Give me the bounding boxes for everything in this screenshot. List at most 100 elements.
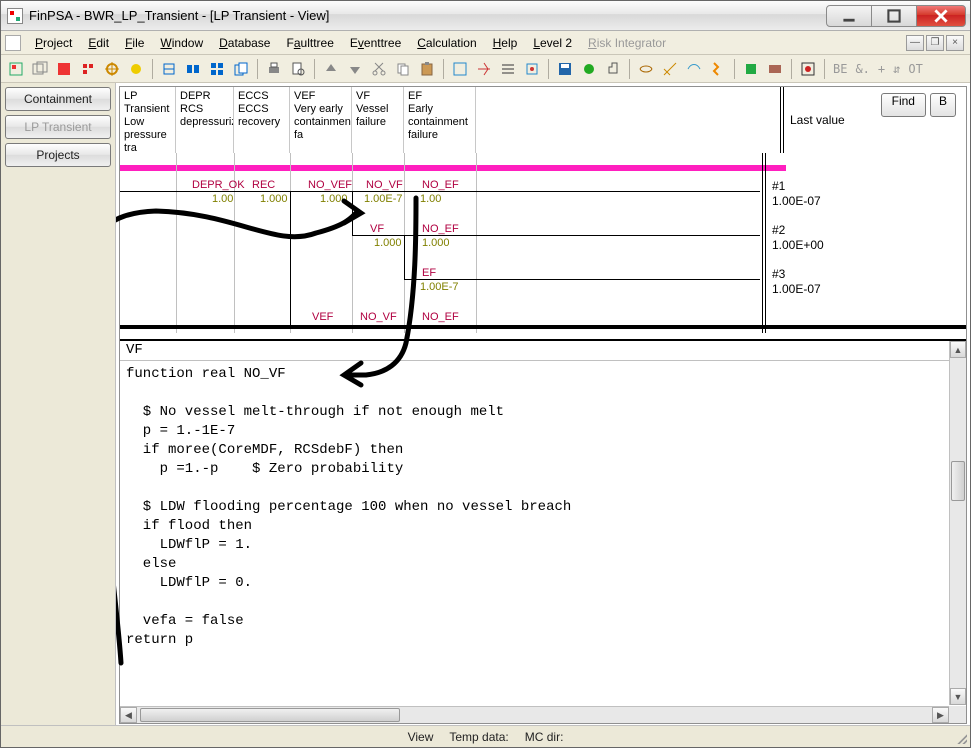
tool-icon-j[interactable] xyxy=(707,58,729,80)
mdi-minimize-button[interactable]: — xyxy=(906,35,924,51)
menu-help[interactable]: Help xyxy=(485,33,526,53)
mdi-restore-button[interactable]: ❐ xyxy=(926,35,944,51)
val-novf: 1.00E-7 xyxy=(364,193,403,205)
menu-project[interactable]: Project xyxy=(27,33,80,53)
tool-icon-5[interactable] xyxy=(101,58,123,80)
menu-eventtree[interactable]: Eventtree xyxy=(342,33,409,53)
branch-no-ef-1: NO_EF xyxy=(422,179,459,191)
tool-icon-k[interactable] xyxy=(740,58,762,80)
toolbar: BE &. + ⇵ OT xyxy=(1,55,970,83)
tool-icon-1[interactable] xyxy=(5,58,27,80)
tool-up-icon[interactable] xyxy=(320,58,342,80)
horizontal-scrollbar[interactable]: ◀ ▶ xyxy=(120,706,949,723)
find-button[interactable]: Find xyxy=(881,93,926,117)
scroll-down-icon[interactable]: ▼ xyxy=(950,688,966,705)
code-editor[interactable]: function real NO_VF $ No vessel melt-thr… xyxy=(120,361,966,723)
seq-2-val: 1.00E+00 xyxy=(772,238,824,252)
tool-text-plus[interactable]: + xyxy=(875,62,888,76)
event-tree-body[interactable]: DEPR_OK REC NO_VEF NO_VF NO_EF 1.00 1.00… xyxy=(120,153,966,333)
seq-1-val: 1.00E-07 xyxy=(772,194,821,208)
tool-save-icon[interactable] xyxy=(554,58,576,80)
tool-icon-9[interactable] xyxy=(206,58,228,80)
tool-cut-icon[interactable] xyxy=(368,58,390,80)
menu-window[interactable]: Window xyxy=(152,33,211,53)
scroll-left-icon[interactable]: ◀ xyxy=(120,707,137,723)
resize-grip-icon[interactable] xyxy=(955,732,967,744)
col-eccs: ECCSECCS recovery xyxy=(234,87,290,153)
menu-file[interactable]: File xyxy=(117,33,152,53)
menu-edit[interactable]: Edit xyxy=(80,33,117,53)
event-tree-header: LP TransientLow pressure tra DEPRRCS dep… xyxy=(120,87,966,153)
tool-copy-icon[interactable] xyxy=(392,58,414,80)
tool-icon-3[interactable] xyxy=(53,58,75,80)
menu-level2[interactable]: Level 2 xyxy=(525,33,580,53)
status-temp-data: Temp data: xyxy=(449,730,508,744)
titlebar: FinPSA - BWR_LP_Transient - [LP Transien… xyxy=(1,1,970,31)
tool-icon-8[interactable] xyxy=(182,58,204,80)
tool-icon-a[interactable] xyxy=(449,58,471,80)
scroll-thumb-v[interactable] xyxy=(951,461,965,501)
tool-print-icon[interactable] xyxy=(263,58,285,80)
menubar: Project Edit File Window Database Faultt… xyxy=(1,31,970,55)
minimize-button[interactable] xyxy=(826,5,872,27)
seq-3-val: 1.00E-07 xyxy=(772,282,821,296)
menu-faulttree[interactable]: Faulttree xyxy=(278,33,341,53)
tab-containment[interactable]: Containment xyxy=(5,87,111,111)
tool-icon-b[interactable] xyxy=(473,58,495,80)
tool-icon-c[interactable] xyxy=(497,58,519,80)
tool-down-icon[interactable] xyxy=(344,58,366,80)
menu-database[interactable]: Database xyxy=(211,33,278,53)
tool-text-arrow[interactable]: ⇵ xyxy=(890,62,903,76)
tool-icon-4[interactable] xyxy=(77,58,99,80)
status-view: View xyxy=(408,730,434,744)
vertical-scrollbar[interactable]: ▲ ▼ xyxy=(949,341,966,705)
val-vf: 1.000 xyxy=(374,237,402,249)
val-ef: 1.00E-7 xyxy=(420,281,459,293)
tool-icon-7[interactable] xyxy=(158,58,180,80)
val-depr: 1.00 xyxy=(212,193,233,205)
scroll-right-icon[interactable]: ▶ xyxy=(932,707,949,723)
seq-2-id: #2 xyxy=(772,223,785,237)
tool-icon-e[interactable] xyxy=(578,58,600,80)
val-noef1: 1.00 xyxy=(420,193,441,205)
b-button[interactable]: B xyxy=(930,93,956,117)
tool-icon-g[interactable] xyxy=(635,58,657,80)
tool-icon-l[interactable] xyxy=(764,58,786,80)
tool-icon-6[interactable] xyxy=(125,58,147,80)
branch-no-ef-2: NO_EF xyxy=(422,223,459,235)
menu-calculation[interactable]: Calculation xyxy=(409,33,484,53)
maximize-button[interactable] xyxy=(871,5,917,27)
code-area: VF function real NO_VF $ No vessel melt-… xyxy=(120,339,966,723)
tool-icon-10[interactable] xyxy=(230,58,252,80)
mdi-icon xyxy=(5,35,21,51)
tool-icon-i[interactable] xyxy=(683,58,705,80)
tool-text-be[interactable]: BE xyxy=(830,62,850,76)
tool-text-amp[interactable]: &. xyxy=(852,62,872,76)
tool-text-ot[interactable]: OT xyxy=(905,62,925,76)
tool-paste-icon[interactable] xyxy=(416,58,438,80)
menu-risk-integrator[interactable]: Risk Integrator xyxy=(580,33,674,53)
tool-preview-icon[interactable] xyxy=(287,58,309,80)
divider-bar xyxy=(120,325,966,329)
branch-no-vf-lower: NO_VF xyxy=(360,311,397,323)
close-button[interactable] xyxy=(916,5,966,27)
tab-lp-transient[interactable]: LP Transient xyxy=(5,115,111,139)
tool-icon-f[interactable] xyxy=(602,58,624,80)
col-depr: DEPRRCS depressurization xyxy=(176,87,234,153)
val-rec: 1.000 xyxy=(260,193,288,205)
tool-icon-h[interactable] xyxy=(659,58,681,80)
seq-3-id: #3 xyxy=(772,267,785,281)
tool-flag-icon[interactable] xyxy=(797,58,819,80)
tool-icon-d[interactable] xyxy=(521,58,543,80)
seq-1-id: #1 xyxy=(772,179,785,193)
col-vef: VEFVery early containment fa xyxy=(290,87,352,153)
scroll-thumb-h[interactable] xyxy=(140,708,400,722)
tool-icon-2[interactable] xyxy=(29,58,51,80)
window-title: FinPSA - BWR_LP_Transient - [LP Transien… xyxy=(29,8,827,23)
scroll-up-icon[interactable]: ▲ xyxy=(950,341,966,358)
code-tab-label[interactable]: VF xyxy=(120,341,966,361)
mdi-close-button[interactable]: × xyxy=(946,35,964,51)
col-lp-transient: LP TransientLow pressure tra xyxy=(120,87,176,153)
branch-no-vf: NO_VF xyxy=(366,179,403,191)
tab-projects[interactable]: Projects xyxy=(5,143,111,167)
